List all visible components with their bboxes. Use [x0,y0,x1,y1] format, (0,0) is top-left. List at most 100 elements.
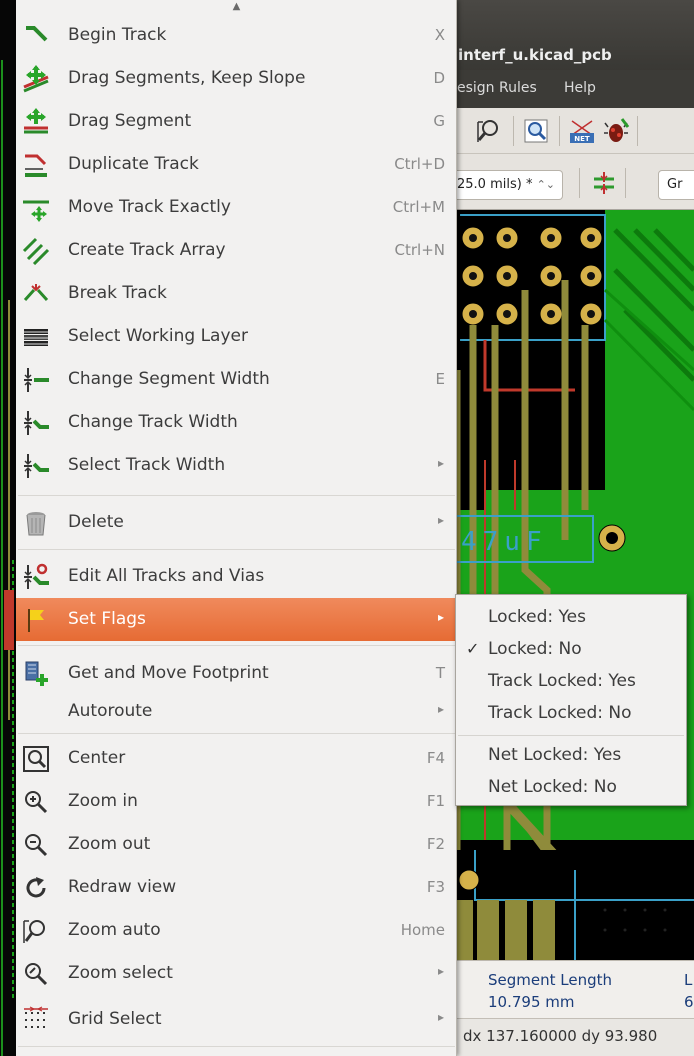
menu-item-label: Zoom out [68,834,151,854]
menu-item-delete[interactable]: Delete ▸ [16,501,457,544]
menu-item-label: Move Track Exactly [68,197,231,217]
submenu-item-label: Net Locked: No [488,777,617,797]
center-icon [23,746,49,772]
second-value: 6 [684,993,694,1011]
drag-keep-slope-icon [23,65,49,93]
toolbar-main: NET [455,108,694,154]
track-array-icon [22,237,50,265]
checkmark-icon: ✓ [466,639,480,658]
menu-item-drag-segment[interactable]: Drag Segment G [16,100,457,143]
menu-item-label: Zoom in [68,791,138,811]
menu-item-create-track-array[interactable]: Create Track Array Ctrl+N [16,229,457,272]
menubar-help[interactable]: Help [564,80,596,96]
menu-item-label: Autoroute [68,701,153,721]
menu-item-shortcut: F1 [426,792,445,810]
menu-item-select-working-layer[interactable]: Select Working Layer [16,315,457,358]
menubar-design-rules[interactable]: esign Rules [457,80,537,96]
submenu-item-label: Locked: Yes [488,607,586,627]
menu-item-label: Set Flags [68,609,146,629]
menu-item-autoroute[interactable]: Autoroute ▸ [16,690,457,733]
menu-item-shortcut: X [434,26,445,44]
menu-separator [18,733,455,734]
menu-item-edit-all-tracks-vias[interactable]: Edit All Tracks and Vias [16,555,457,598]
edit-tracks-icon [24,563,49,589]
menu-item-zoom-select[interactable]: Zoom select ▸ [16,952,457,995]
drc-bug-icon[interactable] [601,116,631,146]
menu-item-center[interactable]: Center F4 [16,737,457,780]
svg-text:NET: NET [574,135,590,143]
menu-item-zoom-out[interactable]: Zoom out F2 [16,823,457,866]
submenu-item-locked-yes[interactable]: Locked: Yes [456,601,686,633]
menu-item-label: Begin Track [68,25,167,45]
submenu-item-net-locked-yes[interactable]: Net Locked: Yes [456,739,686,771]
menu-separator [18,645,455,646]
zoom-selection-icon[interactable] [521,116,551,146]
segment-length-label: Segment Length [488,971,613,989]
menu-item-label: Break Track [68,283,167,303]
cursor-delta-readout: dx 137.160000 dy 93.980 [463,1027,658,1045]
submenu-item-track-locked-yes[interactable]: Track Locked: Yes [456,665,686,697]
submenu-arrow-icon: ▸ [437,702,444,716]
menu-item-grid-select[interactable]: Grid Select ▸ [16,998,457,1041]
via-size-select[interactable]: 25.0 mils) * ⌃⌄ [455,170,563,200]
footprint-icon [25,661,48,686]
menu-item-zoom-in[interactable]: Zoom in F1 [16,780,457,823]
submenu-arrow-icon: ▸ [437,456,444,470]
menu-item-shortcut: E [435,370,445,388]
menu-item-break-track[interactable]: Break Track [16,272,457,315]
menu-item-select-track-width[interactable]: Select Track Width ▸ [16,444,457,487]
menu-item-begin-track[interactable]: Begin Track X [16,14,457,57]
menu-item-drag-segments-keep-slope[interactable]: Drag Segments, Keep Slope D [16,57,457,100]
menu-item-shortcut: G [433,112,445,130]
zoom-in-icon [25,791,48,814]
menu-item-label: Change Segment Width [68,369,270,389]
menu-item-shortcut: Ctrl+M [392,198,445,216]
duplicate-track-icon [25,154,47,177]
submenu-item-label: Track Locked: Yes [488,671,636,691]
submenu-arrow-icon: ▸ [437,610,444,624]
menu-item-change-segment-width[interactable]: Change Segment Width E [16,358,457,401]
menu-item-label: Drag Segments, Keep Slope [68,68,306,88]
menu-separator [18,495,455,496]
menu-item-label: Change Track Width [68,412,238,432]
set-flags-submenu: Locked: Yes ✓ Locked: No Track Locked: Y… [455,594,687,806]
window-title: interf_u.kicad_pcb [458,46,612,64]
menu-item-shortcut: F4 [426,749,445,767]
submenu-arrow-icon: ▸ [437,964,444,978]
pcb-canvas[interactable]: 47uF [455,210,694,960]
menu-item-redraw-view[interactable]: Redraw view F3 [16,866,457,909]
menu-item-move-track-exactly[interactable]: Move Track Exactly Ctrl+M [16,186,457,229]
message-panel: Segment Length 10.795 mm L 6 [455,960,694,1018]
menu-item-label: Redraw view [68,877,177,897]
menu-item-set-flags[interactable]: Set Flags ▸ [16,598,457,641]
submenu-item-net-locked-no[interactable]: Net Locked: No [456,771,686,803]
second-label: L [684,971,693,989]
context-menu: ▲ Begin Track X Drag Segments, Keep Slop… [16,0,457,1056]
menu-item-label: Center [68,748,126,768]
submenu-item-label: Net Locked: Yes [488,745,622,765]
menubar: esign Rules Help [455,70,694,108]
grid-select[interactable]: Gr [658,170,694,200]
menu-separator [18,1046,455,1047]
track-width-tool-icon[interactable] [589,168,619,198]
zoom-auto-icon[interactable] [473,116,503,146]
menu-item-change-track-width[interactable]: Change Track Width [16,401,457,444]
menu-item-shortcut: F3 [426,878,445,896]
menu-item-label: Zoom select [68,963,173,983]
submenu-item-track-locked-no[interactable]: Track Locked: No [456,697,686,729]
netlist-icon[interactable]: NET [567,116,597,146]
menu-item-shortcut: Ctrl+N [394,241,445,259]
menu-item-label: Delete [68,512,124,532]
menu-item-duplicate-track[interactable]: Duplicate Track Ctrl+D [16,143,457,186]
submenu-arrow-icon: ▸ [437,513,444,527]
segment-length-value: 10.795 mm [488,993,575,1011]
menu-item-label: Create Track Array [68,240,226,260]
menu-item-zoom-auto[interactable]: Zoom auto Home [16,909,457,952]
submenu-item-label: Locked: No [488,639,582,659]
menu-item-label: Edit All Tracks and Vias [68,566,265,586]
menu-separator [18,549,455,550]
zoom-out-icon [25,834,48,857]
status-bar: dx 137.160000 dy 93.980 [455,1018,694,1056]
submenu-item-locked-no[interactable]: ✓ Locked: No [456,633,686,665]
menu-item-get-move-footprint[interactable]: Get and Move Footprint T [16,652,457,695]
